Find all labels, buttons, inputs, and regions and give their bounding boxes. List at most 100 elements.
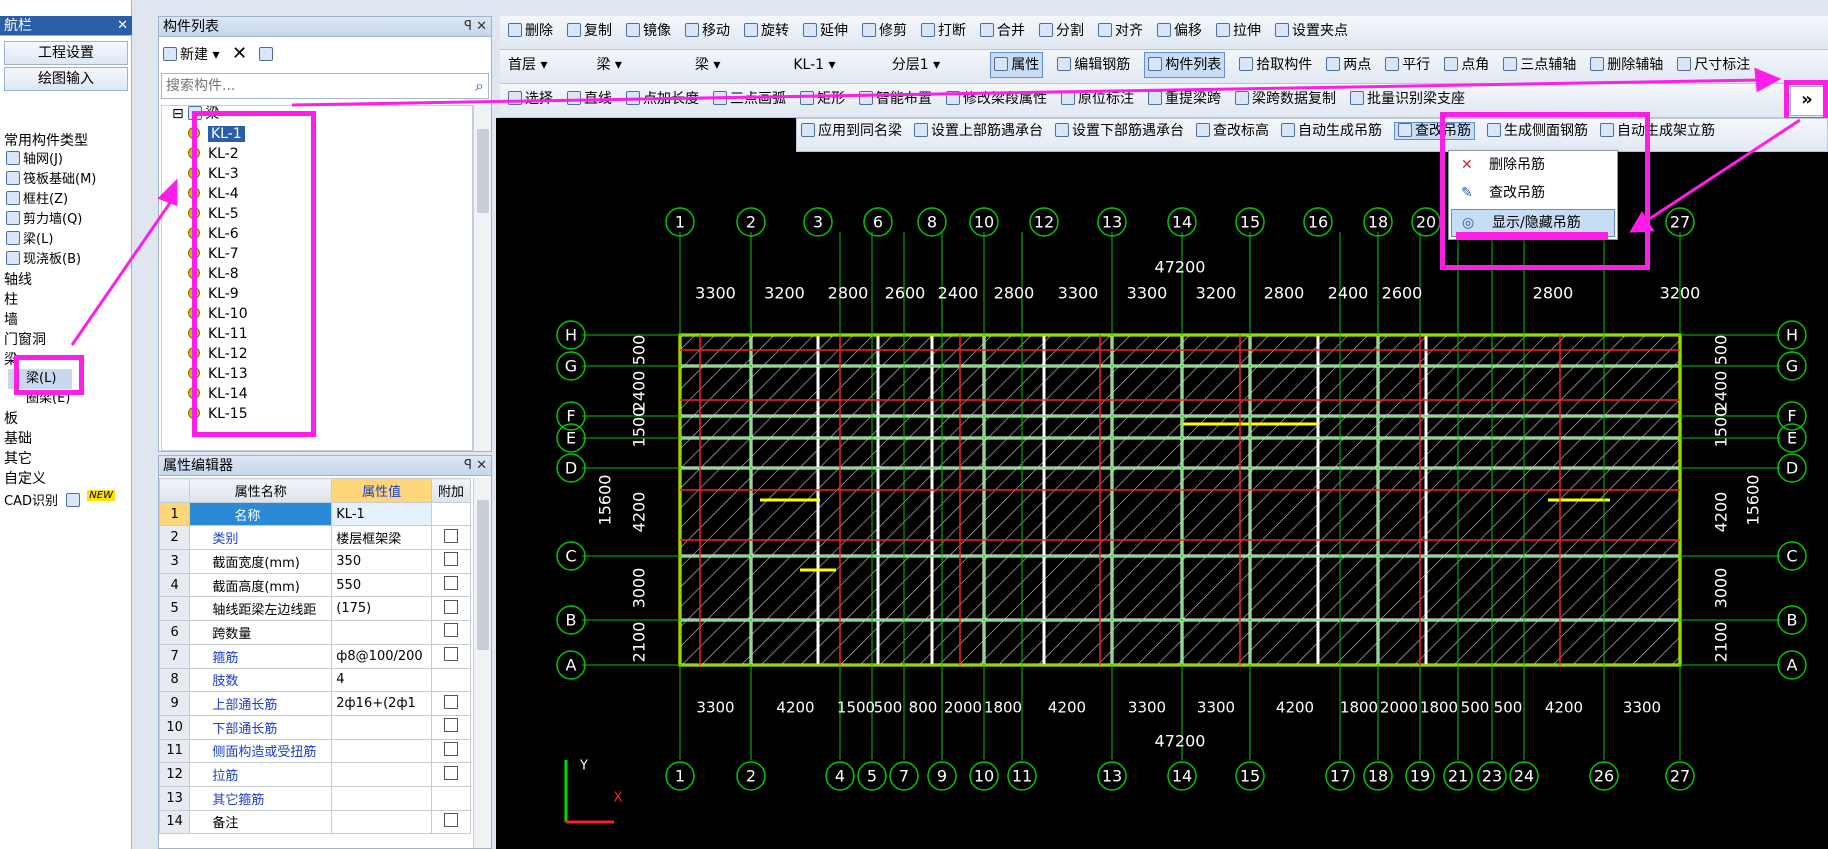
property-value[interactable] [331, 809, 432, 835]
toolbar2-button[interactable]: 两点 [1326, 50, 1371, 80]
panel-pin-close[interactable]: ꟼ ✕ [464, 17, 487, 37]
scroll-thumb[interactable] [477, 500, 489, 650]
extra-checkbox[interactable] [443, 599, 458, 614]
extra-checkbox[interactable] [443, 576, 458, 591]
layer-select[interactable]: 分层1 ▾ [892, 50, 972, 80]
toolbar-button-1[interactable]: 直线 [567, 84, 612, 114]
tree-item-axis-grid[interactable]: 轴网(J) [6, 150, 132, 170]
new-component-button[interactable]: 新建 ▾ [163, 47, 219, 63]
tree-item-slab[interactable]: 现浇板(B) [6, 250, 132, 270]
toolbar-button-10[interactable]: 对齐 [1098, 16, 1143, 46]
extra-checkbox[interactable] [443, 552, 458, 567]
beam-tool-button[interactable]: 应用到同名梁 [801, 123, 902, 139]
property-value[interactable]: (175) [331, 596, 432, 622]
property-row[interactable]: 10 下部通长筋 [159, 714, 472, 740]
toolbar2-button[interactable]: 平行 [1385, 50, 1430, 80]
component-scrollbar[interactable] [473, 105, 491, 451]
property-scrollbar[interactable] [473, 478, 491, 848]
property-row[interactable]: 6 跨数量 [159, 620, 472, 645]
floor-select[interactable]: 首层 ▾ [508, 50, 578, 80]
toolbar-button-10[interactable]: 批量识别梁支座 [1350, 84, 1465, 114]
toolbar-button-6[interactable]: 修剪 [862, 16, 907, 46]
toolbar-button-9[interactable]: 分割 [1039, 16, 1084, 46]
toolbar2-button[interactable]: 尺寸标注 [1677, 50, 1750, 80]
search-input[interactable] [162, 74, 452, 98]
property-value[interactable]: 2ф16+(2ф1 [331, 691, 432, 716]
property-value[interactable] [331, 762, 432, 787]
property-row[interactable]: 12 拉筋 [159, 762, 472, 787]
tree-item-column[interactable]: 框柱(Z) [6, 190, 132, 210]
property-value[interactable]: 550 [331, 572, 432, 598]
property-value[interactable]: 4 [331, 667, 432, 693]
toolbar2-button[interactable]: 构件列表 [1144, 52, 1226, 78]
tree-item-raft[interactable]: 筏板基础(M) [6, 170, 132, 190]
toolbar2-button[interactable]: 拾取构件 [1239, 50, 1312, 80]
search-icon[interactable]: ⌕ [475, 76, 484, 96]
tree-item-beam[interactable]: 梁(L) [6, 230, 132, 250]
toolbar-button-4[interactable]: 矩形 [800, 84, 845, 114]
property-row[interactable]: 2 类别 楼层框架梁 [159, 525, 472, 551]
property-row[interactable]: 9 上部通长筋 2ф16+(2ф1 [159, 691, 472, 716]
category-slab[interactable]: 板 [4, 409, 46, 429]
toolbar-button-6[interactable]: 修改梁段属性 [946, 84, 1047, 114]
beam-tool-button[interactable]: 查改标高 [1196, 123, 1269, 139]
toolbar-button-8[interactable]: 合并 [980, 16, 1025, 46]
extra-checkbox[interactable] [443, 694, 458, 709]
extra-checkbox[interactable] [443, 623, 458, 638]
category-cad-recognition[interactable]: CAD识别 NEW [4, 490, 115, 509]
toolbar2-button[interactable]: 点角 [1444, 50, 1489, 80]
property-value[interactable]: 楼层框架梁 [331, 525, 432, 551]
category-column[interactable]: 柱 [4, 290, 46, 310]
extra-checkbox[interactable] [443, 741, 458, 756]
property-row[interactable]: 5 轴线距梁左边线距 (175) [159, 596, 472, 622]
toolbar-button-8[interactable]: 重提梁跨 [1148, 84, 1221, 114]
project-settings-button[interactable]: 工程设置 [4, 41, 128, 65]
toolbar-button-2[interactable]: 点加长度 [626, 84, 699, 114]
property-value[interactable] [331, 785, 432, 811]
toolbar-button-11[interactable]: 偏移 [1157, 16, 1202, 46]
tree-item-shear-wall[interactable]: 剪力墙(Q) [6, 210, 132, 230]
property-value[interactable] [331, 620, 432, 645]
category-other[interactable]: 其它 [4, 449, 46, 469]
name-select[interactable]: KL-1 ▾ [793, 50, 873, 80]
property-row[interactable]: 3 截面宽度(mm) 350 [159, 549, 472, 574]
type1-select[interactable]: 梁 ▾ [596, 50, 676, 80]
property-value[interactable]: KL-1 [331, 501, 432, 527]
delete-component-icon[interactable]: ✕ [232, 43, 247, 64]
extra-checkbox[interactable] [443, 765, 458, 780]
copy-component-icon[interactable] [259, 47, 274, 61]
extra-checkbox[interactable] [443, 528, 458, 543]
toolbar-button-2[interactable]: 镜像 [626, 16, 671, 46]
toolbar-button-5[interactable]: 智能布置 [859, 84, 932, 114]
toolbar-button-12[interactable]: 拉伸 [1216, 16, 1261, 46]
property-value[interactable]: ф8@100/200 [331, 643, 432, 669]
property-row[interactable]: 14 备注 [159, 809, 472, 835]
toolbar-button-5[interactable]: 延伸 [803, 16, 848, 46]
toolbar2-button[interactable]: 删除辅轴 [1590, 50, 1663, 80]
property-row[interactable]: 7 箍筋 ф8@100/200 [159, 643, 472, 669]
property-row[interactable]: 13 其它箍筋 [159, 785, 472, 811]
toolbar-button-0[interactable]: 删除 [508, 16, 553, 46]
property-row[interactable]: 8 肢数 4 [159, 667, 472, 693]
toolbar-button-7[interactable]: 打断 [921, 16, 966, 46]
category-foundation[interactable]: 基础 [4, 429, 46, 449]
toolbar-button-1[interactable]: 复制 [567, 16, 612, 46]
toolbar-button-4[interactable]: 旋转 [744, 16, 789, 46]
beam-tool-button[interactable]: 自动生成吊筋 [1281, 123, 1382, 139]
toolbar-button-13[interactable]: 设置夹点 [1275, 16, 1348, 46]
property-row[interactable]: 1 名称 KL-1 [159, 501, 472, 527]
beam-tool-button[interactable]: 设置上部筋遇承台 [914, 123, 1043, 139]
property-value[interactable] [331, 714, 432, 740]
toolbar-button-3[interactable]: 移动 [685, 16, 730, 46]
toolbar2-button[interactable]: 三点辅轴 [1503, 50, 1576, 80]
type2-select[interactable]: 梁 ▾ [695, 50, 775, 80]
category-axis[interactable]: 轴线 [4, 270, 46, 290]
category-wall[interactable]: 墙 [4, 310, 46, 330]
extra-checkbox[interactable] [443, 718, 458, 733]
property-row[interactable]: 4 截面高度(mm) 550 [159, 572, 472, 598]
scroll-thumb[interactable] [477, 129, 489, 213]
category-custom[interactable]: 自定义 [4, 469, 46, 489]
toolbar-button-0[interactable]: 选择 [508, 84, 553, 114]
panel-pin-close[interactable]: ꟼ ✕ [464, 456, 487, 476]
toolbar-button-7[interactable]: 原位标注 [1061, 84, 1134, 114]
